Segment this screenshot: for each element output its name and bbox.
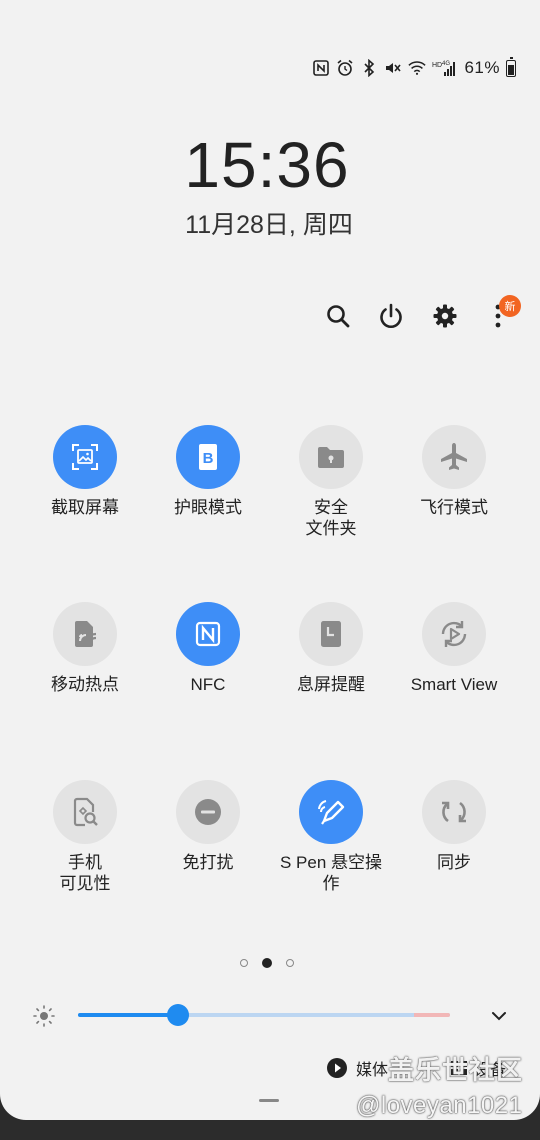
tile-sync-button[interactable] — [422, 780, 486, 844]
tile-secure-folder[interactable]: 安全 文件夹 — [271, 425, 391, 539]
svg-text:4G: 4G — [442, 61, 450, 67]
sync-icon — [442, 801, 466, 823]
tile-airplane-button[interactable] — [422, 425, 486, 489]
tile-label: 移动热点 — [51, 675, 119, 694]
brightness-slider-thumb[interactable] — [167, 1004, 190, 1026]
svg-text:B: B — [203, 450, 214, 467]
search-icon — [327, 305, 350, 328]
wifi-icon — [408, 59, 427, 77]
power-icon — [380, 303, 402, 328]
do-not-disturb-icon — [195, 799, 221, 825]
media-output-button[interactable]: 媒体 — [326, 1056, 388, 1080]
watermark-community: 盖乐世社区 — [388, 1055, 524, 1085]
tile-s-pen-button[interactable] — [299, 780, 363, 844]
settings-icon — [433, 304, 457, 328]
brightness-sun-icon — [33, 1005, 55, 1027]
tile-dnd-button[interactable] — [176, 780, 240, 844]
tile-screenshot[interactable]: 截取屏幕 — [25, 425, 145, 518]
expand-chevron-icon[interactable] — [488, 1005, 510, 1027]
hotspot-icon — [75, 621, 97, 647]
tile-mobile-hotspot[interactable]: 移动热点 — [25, 602, 145, 695]
status-bar: HD 4G 61% — [312, 56, 516, 80]
tile-s-pen-air-actions[interactable]: S Pen 悬空操 作 — [271, 780, 391, 894]
tile-label: 息屏提醒 — [297, 675, 365, 694]
nfc-icon — [195, 621, 221, 647]
airplane-icon — [441, 443, 467, 470]
page-dot[interactable] — [240, 959, 248, 967]
brightness-slider-track[interactable] — [78, 1013, 450, 1017]
tile-phone-visibility-button[interactable] — [53, 780, 117, 844]
background-strip — [0, 1120, 540, 1140]
eye-comfort-icon: B — [199, 444, 217, 470]
tile-nfc[interactable]: NFC — [148, 602, 268, 695]
quick-settings-panel: HD 4G 61% 15:36 11月28日, 周四 新 截取屏幕 B 护眼模式… — [0, 0, 540, 1120]
watermark-username: @loveyan1021 — [356, 1092, 523, 1119]
new-badge: 新 — [499, 295, 521, 317]
tile-always-on-display[interactable]: 息屏提醒 — [271, 602, 391, 695]
tile-smart-view[interactable]: Smart View — [394, 602, 514, 695]
secure-folder-icon — [318, 447, 344, 468]
tile-eye-comfort-button[interactable]: B — [176, 425, 240, 489]
tile-phone-visibility[interactable]: 手机 可见性 — [25, 780, 145, 894]
tile-do-not-disturb[interactable]: 免打扰 — [148, 780, 268, 873]
tile-screenshot-button[interactable] — [53, 425, 117, 489]
battery-icon — [506, 56, 516, 77]
tile-label: Smart View — [410, 675, 498, 694]
tile-sync[interactable]: 同步 — [394, 780, 514, 873]
tile-label: 截取屏幕 — [51, 498, 119, 517]
tile-label: S Pen 悬空操 作 — [279, 853, 383, 893]
tile-hotspot-button[interactable] — [53, 602, 117, 666]
page-dot[interactable] — [286, 959, 294, 967]
brightness-control — [30, 1000, 510, 1030]
tile-aod-button[interactable] — [299, 602, 363, 666]
battery-percent: 61% — [464, 58, 500, 77]
page-indicator — [240, 958, 302, 971]
panel-drag-handle[interactable] — [259, 1099, 279, 1102]
phone-visibility-icon — [73, 797, 98, 827]
smart-view-icon — [441, 621, 467, 647]
media-label: 媒体 — [356, 1062, 389, 1079]
screenshot-icon — [72, 444, 98, 470]
tile-eye-comfort[interactable]: B 护眼模式 — [148, 425, 268, 518]
svg-text:HD: HD — [432, 62, 442, 69]
tile-nfc-button[interactable] — [176, 602, 240, 666]
s-pen-icon — [318, 800, 345, 825]
tile-airplane-mode[interactable]: 飞行模式 — [394, 425, 514, 518]
alarm-icon — [336, 59, 354, 77]
clock-time: 15:36 — [184, 129, 350, 201]
page-dot-active[interactable] — [262, 958, 272, 968]
power-button[interactable] — [373, 298, 409, 334]
mute-icon — [384, 59, 402, 77]
search-button[interactable] — [320, 298, 356, 334]
tile-label: NFC — [190, 675, 226, 694]
tile-label: 安全 文件夹 — [305, 498, 357, 538]
bluetooth-icon — [360, 59, 378, 77]
tile-secure-folder-button[interactable] — [299, 425, 363, 489]
hd-4g-signal-icon: HD 4G — [432, 59, 458, 77]
quick-panel-toolbar — [320, 298, 520, 338]
nfc-icon — [312, 59, 330, 77]
play-icon — [327, 1058, 347, 1078]
clock-date: 11月28日, 周四 — [185, 211, 353, 239]
tile-smart-view-button[interactable] — [422, 602, 486, 666]
tile-label: 飞行模式 — [420, 498, 488, 517]
tile-label: 免打扰 — [182, 853, 234, 872]
tile-label: 护眼模式 — [174, 498, 242, 517]
settings-button[interactable] — [427, 298, 463, 334]
always-on-display-icon — [321, 621, 341, 647]
tile-label: 同步 — [437, 853, 471, 872]
tile-label: 手机 可见性 — [59, 853, 111, 893]
